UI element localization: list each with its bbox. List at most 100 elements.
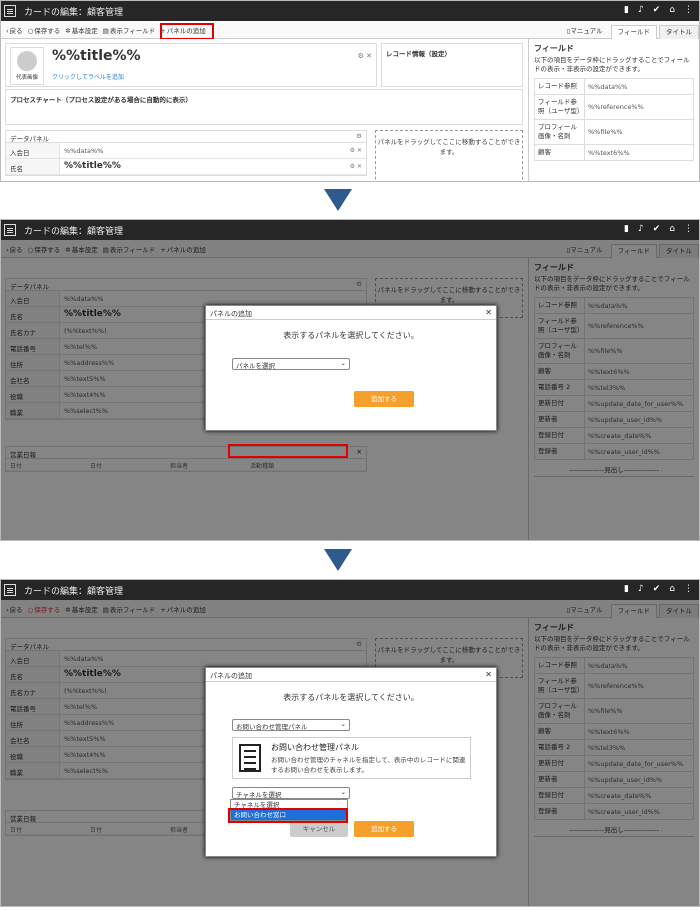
panel-info-desc: お問い合わせ管理のチャネルを指定して、表示中のレコードに関連するお問い合わせを表… bbox=[271, 756, 466, 774]
record-info: レコード情報（設定） bbox=[381, 43, 523, 87]
manual-link[interactable]: ▯マニュアル bbox=[567, 25, 603, 35]
save-label: 保存する bbox=[34, 26, 61, 35]
bell-icon[interactable]: ♪ bbox=[638, 584, 644, 594]
tab-field[interactable]: フィールド bbox=[610, 25, 657, 39]
top-bar: カードの編集：顧客管理 ▮ ♪ ✔ ⌂ ⋮ bbox=[1, 1, 699, 21]
close-icon[interactable]: ✕ bbox=[485, 670, 492, 679]
table-row: 入会日 %%data%% ⚙ ✕ bbox=[6, 143, 366, 159]
bell-icon[interactable]: ♪ bbox=[638, 224, 644, 234]
book-icon[interactable]: ▮ bbox=[624, 5, 629, 15]
back-icon: ‹ bbox=[6, 26, 9, 35]
channel-select[interactable]: チャネルを選択 ⌄ bbox=[232, 787, 350, 799]
dialog-title: パネルの追加 bbox=[210, 310, 252, 318]
top-icons: ▮ ♪ ✔ ⌂ ⋮ bbox=[624, 5, 693, 15]
chevron-down-icon: ⌄ bbox=[340, 359, 346, 367]
top-bar: カードの編集：顧客管理 ▮ ♪ ✔ ⌂ ⋮ bbox=[1, 220, 699, 240]
avatar[interactable]: 代表画像 bbox=[10, 47, 44, 85]
sidebar-list: レコード参照 %%data%% フィールド参照（ユーザ型） %%reference%%… bbox=[534, 78, 694, 161]
screen-1: カードの編集：顧客管理 ▮ ♪ ✔ ⌂ ⋮ ‹戻る ○保存する ✲基本設定 ▤表… bbox=[0, 0, 700, 182]
panel-info-title: お問い合わせ管理パネル bbox=[271, 743, 359, 752]
field-name: 顧客 bbox=[535, 145, 585, 160]
avatar-label: 代表画像 bbox=[15, 75, 38, 81]
menu-icon[interactable] bbox=[4, 5, 16, 17]
add-panel-label: パネルの追加 bbox=[166, 26, 206, 35]
field-sidebar: フィールド 以下の項目をデータ枠にドラッグすることでフィールドの表示・非表示の設… bbox=[528, 39, 699, 181]
more-icon[interactable]: ⋮ bbox=[684, 5, 693, 15]
add-button[interactable]: 追加する bbox=[354, 821, 414, 837]
book-icon[interactable]: ▮ bbox=[624, 584, 629, 594]
panel-select[interactable]: お問い合わせ管理パネル ⌄ bbox=[232, 719, 350, 731]
chevron-down-icon: ⌄ bbox=[340, 720, 346, 728]
select-option[interactable]: お問い合わせ窓口 bbox=[231, 810, 347, 820]
add-panel-dialog: パネルの追加 ✕ 表示するパネルを選択してください。 パネルを選択 ⌄ 追加する bbox=[205, 305, 497, 431]
sidebar-desc: 以下の項目をデータ枠にドラッグすることでフィールドの表示・非表示の設定ができます… bbox=[534, 56, 690, 73]
save-button[interactable]: ○保存する bbox=[28, 25, 61, 35]
grid-icon: ▤ bbox=[102, 26, 109, 35]
step-arrow-icon bbox=[324, 189, 352, 211]
menu-icon[interactable] bbox=[4, 224, 16, 236]
avatar-icon bbox=[17, 51, 37, 71]
chevron-down-icon: ⌄ bbox=[340, 788, 346, 796]
panel-select[interactable]: パネルを選択 ⌄ bbox=[232, 358, 350, 370]
field-settings-icon[interactable]: ⚙ ✕ bbox=[350, 147, 362, 154]
show-field-button[interactable]: ▤表示フィールド bbox=[103, 25, 156, 35]
drop-zone[interactable]: パネルをドラッグしてここに移動することができます。 bbox=[375, 130, 523, 181]
gear-icon[interactable]: ⚙ bbox=[356, 132, 362, 140]
document-icon bbox=[239, 744, 261, 772]
book-icon[interactable]: ▮ bbox=[624, 224, 629, 234]
sidebar-field-item[interactable]: 顧客 %%text6%% bbox=[534, 145, 694, 161]
check-icon[interactable]: ✔ bbox=[653, 584, 661, 594]
more-icon[interactable]: ⋮ bbox=[684, 224, 693, 234]
field-name: プロフィール画像・名刺 bbox=[535, 120, 585, 144]
screen-3: カードの編集：顧客管理 ▮ ♪ ✔ ⌂ ⋮ ‹戻る ○保存する ✲基本設定 ▤表… bbox=[0, 579, 700, 907]
app-title: カードの編集：顧客管理 bbox=[24, 226, 124, 237]
app-title: カードの編集：顧客管理 bbox=[24, 586, 124, 597]
sidebar-field-item[interactable]: フィールド参照（ユーザ型） %%reference%% bbox=[534, 95, 694, 120]
field-settings-icon[interactable]: ⚙ ✕ bbox=[350, 163, 362, 170]
data-panel: データパネル ⚙ 入会日 %%data%% ⚙ ✕ 氏名 %%title%% ⚙ ✕ bbox=[5, 130, 367, 176]
check-icon[interactable]: ✔ bbox=[653, 5, 661, 15]
top-icons: ▮ ♪ ✔ ⌂ ⋮ bbox=[624, 224, 693, 234]
process-chart: プロセスチャート（プロセス設定がある場合に自動的に表示） bbox=[5, 89, 523, 125]
field-name: フィールド参照（ユーザ型） bbox=[535, 95, 585, 119]
back-button[interactable]: ‹戻る bbox=[6, 25, 23, 35]
home-icon[interactable]: ⌂ bbox=[669, 224, 675, 234]
field-name: レコード参照 bbox=[535, 79, 585, 94]
channel-select-list[interactable]: チャネルを選択 お問い合わせ窓口 bbox=[230, 799, 348, 821]
card-editor: 代表画像 %%title%% ⚙ ✕ クリックしてラベルを追加 レコード情報（設… bbox=[1, 39, 528, 181]
screen-2: カードの編集：顧客管理 ▮ ♪ ✔ ⌂ ⋮ ‹戻る ○保存する ✲基本設定 ▤表… bbox=[0, 219, 700, 541]
plus-icon: + bbox=[160, 26, 166, 35]
data-panel-title: データパネル bbox=[10, 135, 49, 143]
save-icon: ○ bbox=[27, 26, 34, 35]
field-value: %%reference%% bbox=[588, 103, 644, 111]
select-option[interactable]: チャネルを選択 bbox=[231, 800, 347, 810]
sidebar-field-item[interactable]: レコード参照 %%data%% bbox=[534, 78, 694, 95]
title-settings-icon[interactable]: ⚙ ✕ bbox=[358, 52, 372, 60]
add-panel-button[interactable]: +パネルの追加 bbox=[160, 25, 205, 35]
add-button[interactable]: 追加する bbox=[354, 391, 414, 407]
toolbar: ‹戻る ○保存する ✲基本設定 ▤表示フィールド +パネルの追加 ▯マニュアル … bbox=[1, 21, 699, 39]
cancel-button[interactable]: キャンセル bbox=[290, 821, 348, 837]
basic-settings-button[interactable]: ✲基本設定 bbox=[65, 25, 97, 35]
sidebar-field-item[interactable]: プロフィール画像・名刺 %%file%% bbox=[534, 120, 694, 145]
basic-label: 基本設定 bbox=[71, 26, 98, 35]
add-panel-dialog: パネルの追加 ✕ 表示するパネルを選択してください。 お問い合わせ管理パネル ⌄ お… bbox=[205, 667, 497, 857]
home-icon[interactable]: ⌂ bbox=[669, 584, 675, 594]
bell-icon[interactable]: ♪ bbox=[638, 5, 644, 15]
top-bar: カードの編集：顧客管理 ▮ ♪ ✔ ⌂ ⋮ bbox=[1, 580, 699, 600]
panel-info-card: お問い合わせ管理パネル お問い合わせ管理のチャネルを指定して、表示中のレコードに… bbox=[232, 737, 471, 779]
field-value: %%file%% bbox=[588, 128, 623, 136]
tab-title[interactable]: タイトル bbox=[659, 25, 699, 39]
step-arrow-icon bbox=[324, 549, 352, 571]
more-icon[interactable]: ⋮ bbox=[684, 584, 693, 594]
check-icon[interactable]: ✔ bbox=[653, 224, 661, 234]
field-value: %%text6%% bbox=[588, 148, 630, 157]
add-label-link[interactable]: クリックしてラベルを追加 bbox=[52, 72, 124, 81]
back-label: 戻る bbox=[9, 26, 23, 35]
home-icon[interactable]: ⌂ bbox=[669, 5, 675, 15]
app-title: カードの編集：顧客管理 bbox=[24, 7, 124, 18]
card-title: %%title%% bbox=[52, 48, 141, 64]
close-icon[interactable]: ✕ bbox=[485, 308, 492, 317]
menu-icon[interactable] bbox=[4, 584, 16, 596]
show-field-label: 表示フィールド bbox=[109, 26, 156, 35]
